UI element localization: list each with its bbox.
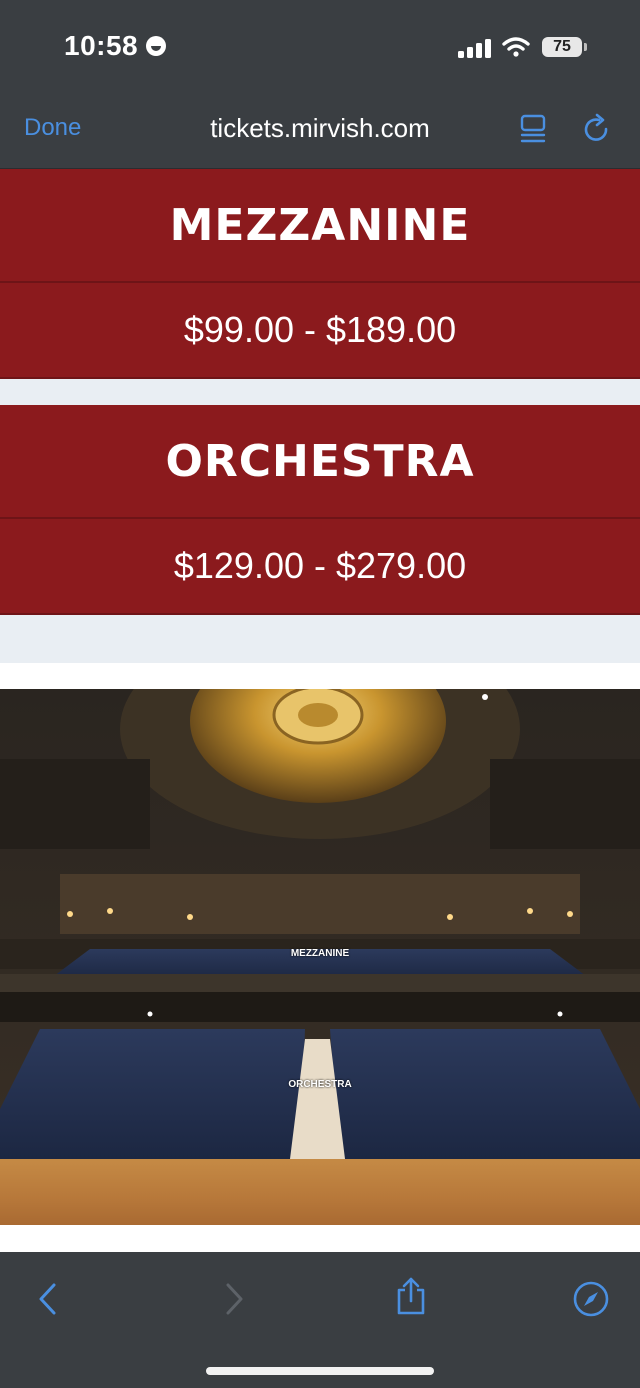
wifi-icon [502,37,530,57]
stage-floor [0,1159,640,1225]
divider [0,379,640,405]
status-bar: 10:58 75 [0,0,640,96]
forward-icon[interactable] [222,1282,246,1316]
reload-icon[interactable] [582,112,612,144]
battery-indicator: 75 [542,37,582,57]
share-icon[interactable] [394,1276,428,1316]
battery-tip [584,43,587,51]
orchestra-tier-card[interactable]: ORCHESTRA $129.00 - $279.00 [0,405,640,615]
tier-price: $99.00 - $189.00 [0,283,640,379]
page-content: MEZZANINE $99.00 - $189.00 ORCHESTRA $12… [0,169,640,1255]
spacer [0,663,640,689]
orchestra-label: ORCHESTRA [288,1079,352,1090]
clock: 10:58 [64,30,139,61]
tier-name: MEZZANINE [0,169,640,283]
focus-smiley-icon [146,36,166,56]
mezzanine-tier-card[interactable]: MEZZANINE $99.00 - $189.00 [0,169,640,379]
home-indicator [206,1367,434,1375]
reader-view-icon[interactable] [519,114,547,144]
tier-name: ORCHESTRA [0,405,640,519]
tier-price: $129.00 - $279.00 [0,519,640,615]
theatre-seating-photo: MEZZANINE ORCHESTRA [0,689,640,1225]
spacer [0,1225,640,1255]
cellular-signal-icon [458,39,491,58]
browser-header: Done tickets.mirvish.com [0,96,640,169]
divider [0,615,640,663]
back-icon[interactable] [36,1282,60,1316]
mezzanine-label: MEZZANINE [290,948,350,959]
compass-icon[interactable] [572,1280,610,1318]
